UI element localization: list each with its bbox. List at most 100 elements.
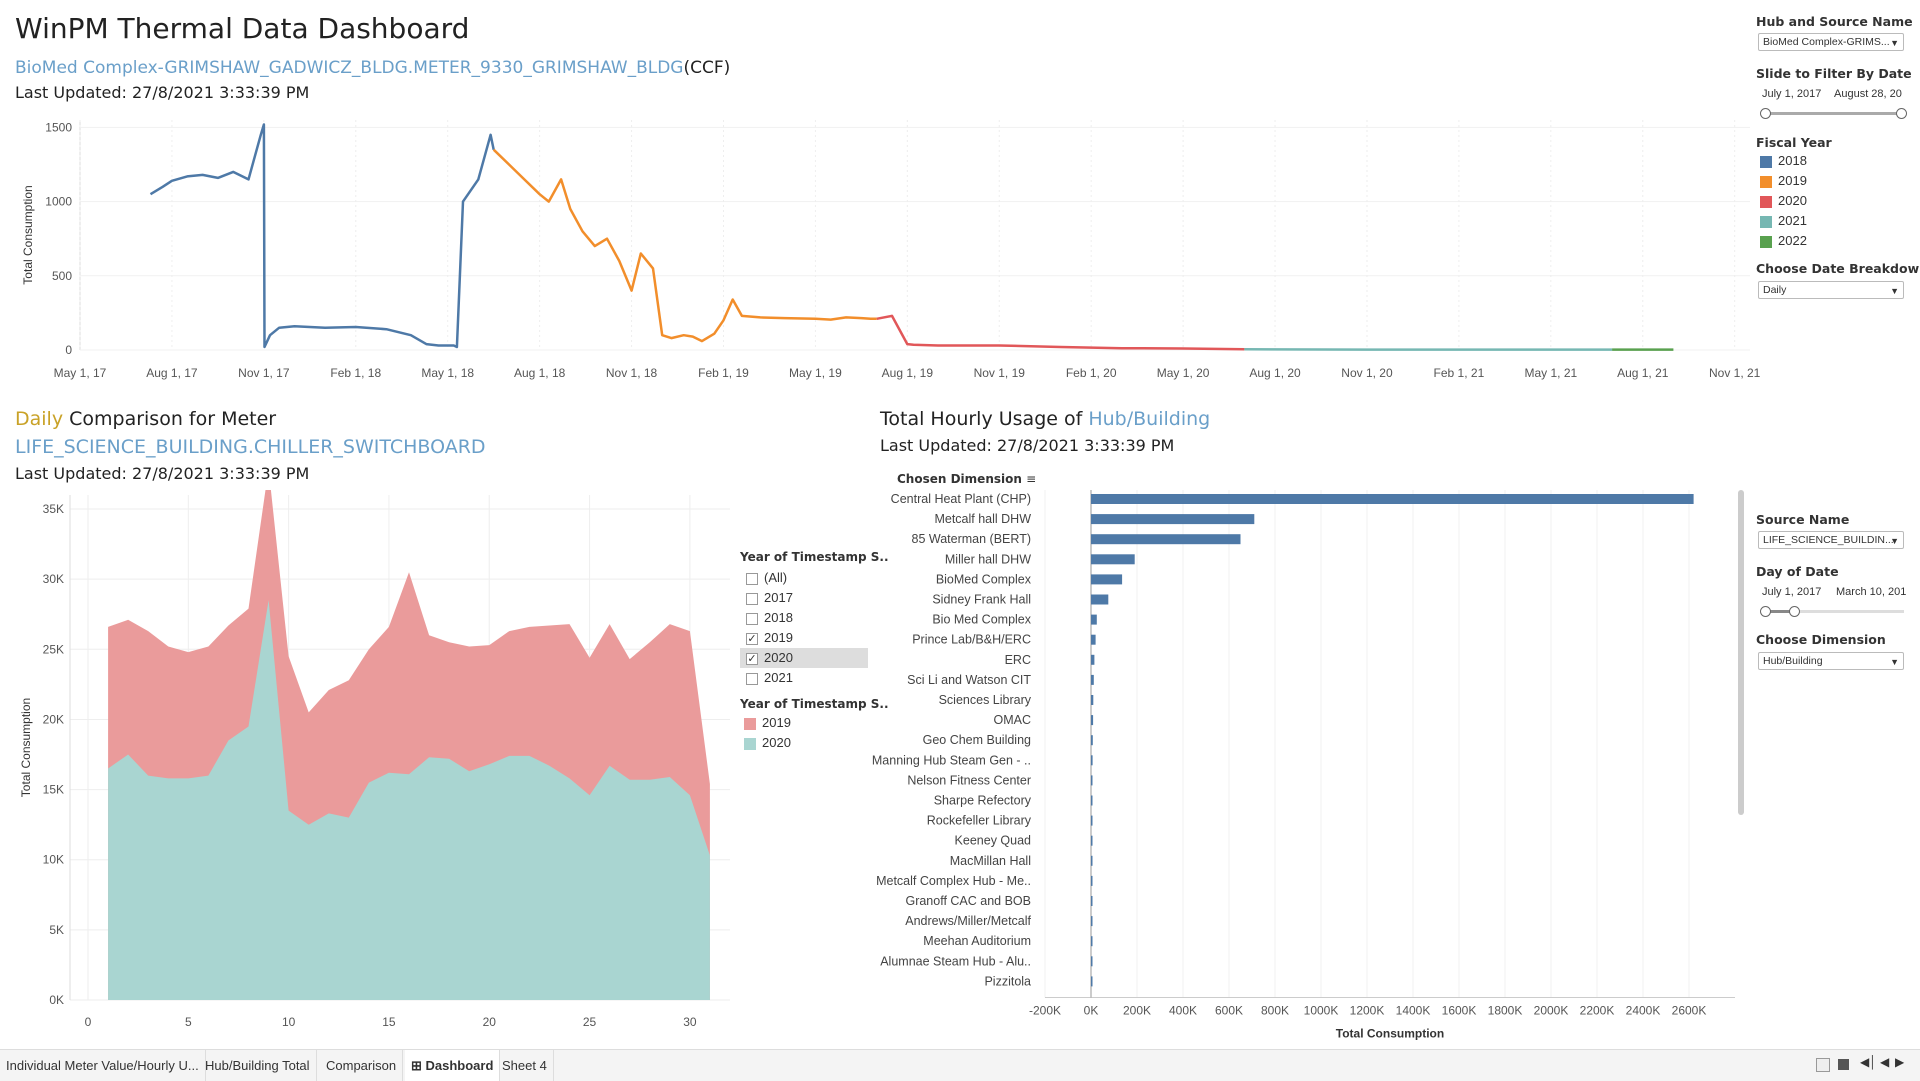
category-label: ERC [1005, 653, 1031, 667]
fiscal-year-item[interactable]: 2022 [1760, 231, 1807, 251]
x-tick-label: 15 [382, 1015, 396, 1029]
series-line-2018 [151, 125, 494, 348]
day-end-date: March 10, 201 [1836, 586, 1908, 598]
hub-source-dropdown[interactable]: BioMed Complex-GRIMS...▼ [1758, 33, 1904, 51]
year-legend-item[interactable]: 2019 [744, 713, 791, 733]
slide-end-date: August 28, 20 [1834, 88, 1908, 100]
x-tick-label: Aug 1, 17 [146, 366, 198, 380]
checkbox-checked-icon[interactable]: ✓ [746, 653, 758, 665]
category-label: Geo Chem Building [923, 733, 1031, 747]
year-filter-item[interactable]: ✓2020 [740, 648, 868, 668]
x-tick-label: 1800K [1488, 1004, 1523, 1018]
x-tick-label: 1600K [1442, 1004, 1477, 1018]
checkbox-icon[interactable] [746, 673, 758, 685]
checkbox-icon[interactable] [746, 593, 758, 605]
next-sheet-icon[interactable]: ▶ [1895, 1055, 1904, 1069]
day-start-date: July 1, 2017 [1762, 586, 1821, 598]
bar-chart-scrollbar[interactable] [1738, 490, 1744, 815]
fiscal-year-item[interactable]: 2020 [1760, 191, 1807, 211]
year-filter-item[interactable]: (All) [740, 568, 868, 588]
category-label: BioMed Complex [936, 572, 1032, 586]
year-filter-item[interactable]: 2017 [740, 588, 868, 608]
bar [1091, 655, 1094, 665]
tab-sheet-4[interactable]: Sheet 4 [496, 1050, 554, 1081]
tab-individual-meter[interactable]: Individual Meter Value/Hourly U... [0, 1050, 206, 1081]
filmstrip-view-icon[interactable] [1838, 1059, 1849, 1070]
legend-label: 2020 [762, 735, 791, 750]
bar [1091, 534, 1241, 544]
legend-swatch [1760, 156, 1772, 168]
x-tick-label: Nov 1, 19 [974, 366, 1026, 380]
category-label: Metcalf hall DHW [934, 512, 1031, 526]
category-label: Andrews/Miller/Metcalf [905, 914, 1031, 928]
sheet-tab-bar: Individual Meter Value/Hourly U... Hub/B… [0, 1049, 1920, 1081]
fiscal-year-item[interactable]: 2021 [1760, 211, 1807, 231]
legend-swatch [744, 718, 756, 730]
first-sheet-icon[interactable]: ◀│ [1860, 1055, 1877, 1069]
fiscal-year-text: 2018 [1778, 153, 1807, 168]
choose-dimension-label: Choose Dimension [1756, 632, 1886, 647]
year-filter-item[interactable]: 2021 [740, 668, 868, 688]
checkbox-icon[interactable] [746, 573, 758, 585]
category-label: Central Heat Plant (CHP) [891, 492, 1031, 506]
slide-start-date: July 1, 2017 [1762, 88, 1821, 100]
chevron-down-icon: ▼ [1890, 286, 1899, 296]
bar [1091, 775, 1093, 785]
checkbox-checked-icon[interactable]: ✓ [746, 633, 758, 645]
category-label: Pizzitola [984, 974, 1031, 988]
bar [1091, 836, 1093, 846]
hourly-usage-bar-chart[interactable]: -200K0K200K400K600K800K1000K1200K1400K16… [860, 480, 1760, 1040]
choose-dimension-dropdown[interactable]: Hub/Building▼ [1758, 652, 1904, 670]
comparison-meter-link[interactable]: LIFE_SCIENCE_BUILDING.CHILLER_SWITCHBOAR… [15, 436, 486, 458]
x-tick-label: 600K [1215, 1004, 1243, 1018]
x-tick-label: Nov 1, 20 [1341, 366, 1393, 380]
comparison-title: Daily Comparison for Meter [15, 408, 276, 430]
chevron-down-icon: ▼ [1890, 536, 1899, 546]
choose-dimension-value: Hub/Building [1763, 655, 1823, 667]
meter-heading: BioMed Complex-GRIMSHAW_GADWICZ_BLDG.MET… [15, 58, 730, 78]
category-label: 85 Waterman (BERT) [912, 532, 1031, 546]
year-filter-item[interactable]: ✓ 2019 [740, 628, 868, 648]
fiscal-year-item[interactable]: 2019 [1760, 171, 1807, 191]
bar [1091, 876, 1093, 886]
checkbox-icon[interactable] [746, 613, 758, 625]
tab-comparison[interactable]: Comparison [320, 1050, 403, 1081]
meter-name-link[interactable]: BioMed Complex-GRIMSHAW_GADWICZ_BLDG.MET… [15, 58, 683, 78]
x-tick-label: -200K [1029, 1004, 1061, 1018]
category-label: Bio Med Complex [932, 613, 1031, 627]
hourly-dimension-link[interactable]: Hub/Building [1088, 408, 1210, 430]
date-slider-end-handle[interactable] [1896, 108, 1907, 119]
consumption-line-chart[interactable]: 050010001500May 1, 17Aug 1, 17Nov 1, 17F… [0, 115, 1760, 395]
x-tick-label: 25 [583, 1015, 597, 1029]
category-label: Rockefeller Library [927, 814, 1032, 828]
fiscal-year-item[interactable]: 2018 [1760, 151, 1807, 171]
tab-dashboard[interactable]: ⊞ Dashboard [405, 1050, 500, 1081]
slide-filter-label: Slide to Filter By Date [1756, 66, 1912, 81]
x-tick-label: 30 [683, 1015, 697, 1029]
x-tick-label: Feb 1, 19 [698, 366, 749, 380]
year-filter-item[interactable]: 2018 [740, 608, 868, 628]
category-label: Sciences Library [939, 693, 1032, 707]
year-legend-item[interactable]: 2020 [744, 733, 791, 753]
year-filter-label: 2019 [764, 630, 793, 645]
hub-source-value: BioMed Complex-GRIMS... [1763, 36, 1890, 48]
day-slider-end-handle[interactable] [1789, 606, 1800, 617]
date-slider-track[interactable] [1764, 112, 1904, 115]
prev-sheet-icon[interactable]: ◀ [1880, 1055, 1889, 1069]
x-tick-label: Aug 1, 18 [514, 366, 566, 380]
bar [1091, 715, 1093, 725]
tab-label: Dashboard [426, 1058, 494, 1073]
date-slider-start-handle[interactable] [1760, 108, 1771, 119]
hourly-title: Total Hourly Usage of Hub/Building [880, 408, 1210, 430]
day-slider-start-handle[interactable] [1760, 606, 1771, 617]
x-tick-label: 800K [1261, 1004, 1289, 1018]
breakdown-word[interactable]: Daily [15, 408, 63, 430]
date-breakdown-dropdown[interactable]: Daily▼ [1758, 281, 1904, 299]
source-name-dropdown[interactable]: LIFE_SCIENCE_BUILDIN...▼ [1758, 531, 1904, 549]
hourly-last-updated: Last Updated: 27/8/2021 3:33:39 PM [880, 436, 1174, 455]
tab-label: Sheet 4 [502, 1058, 547, 1073]
grid-view-icon[interactable] [1816, 1058, 1830, 1072]
bar [1091, 796, 1093, 806]
tab-hub-building-total[interactable]: Hub/Building Total [199, 1050, 317, 1081]
comparison-area-chart[interactable]: 0K5K10K15K20K25K30K35K051015202530Total … [0, 490, 740, 1040]
